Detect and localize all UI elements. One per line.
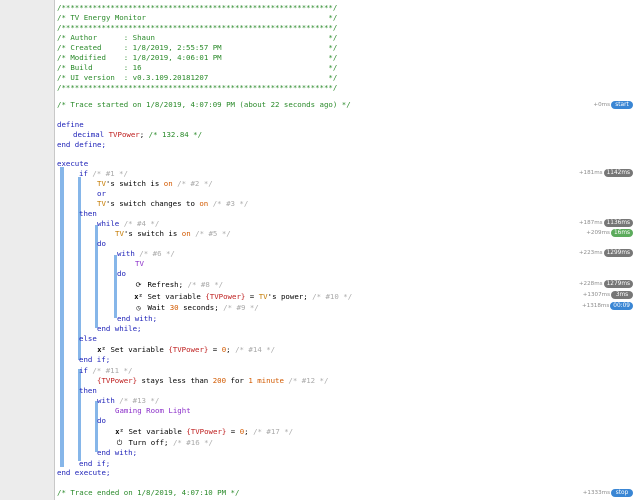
header-line: /***************************************… <box>57 3 338 12</box>
variable-icon: x² <box>134 293 143 301</box>
set-variable-task: x² Set variable {TVPower} = 0; /* #17 */ <box>115 427 294 436</box>
then-keyword: then <box>79 386 97 395</box>
with-statement: with /* #6 */ <box>117 249 175 258</box>
header-line: /* Modified : 1/8/2019, 4:06:01 PM */ <box>57 53 338 62</box>
refresh-task: ⟳ Refresh; /* #8 */ <box>135 280 224 289</box>
while-statement: while /* #4 */ <box>97 219 160 228</box>
if-bar <box>78 177 81 360</box>
with2-bar <box>95 401 98 452</box>
header-line: /* Author : Shaun */ <box>57 33 338 42</box>
header-line: /* Created : 1/8/2019, 2:55:57 PM */ <box>57 43 338 52</box>
variable-declaration: decimal TVPower; /* 132.84 */ <box>73 130 203 139</box>
clock-icon: ◷ <box>136 304 141 312</box>
device-gaming-room-light: Gaming Room Light <box>115 406 191 415</box>
condition-tv-switch-changes: TV's switch changes to on /* #3 */ <box>97 199 249 208</box>
if-statement: if /* #1 */ <box>79 169 128 178</box>
end-if-keyword: end if; <box>79 355 111 364</box>
else-keyword: else <box>79 334 97 343</box>
header-line: /* Build : 16 */ <box>57 63 338 72</box>
do-keyword: do <box>97 239 106 248</box>
end-execute-keyword: end execute; <box>57 468 111 477</box>
timing-badge: +228ms 1279ms <box>579 279 633 288</box>
if-statement: if /* #11 */ <box>79 366 133 375</box>
with-statement: with /* #13 */ <box>97 396 160 405</box>
timing-badge: +209ms 16ms <box>586 228 633 237</box>
trace-start-comment: /* Trace started on 1/8/2019, 4:07:09 PM… <box>57 100 351 109</box>
variable-icon: x² <box>97 346 106 354</box>
timing-badge: +187ms 1136ms <box>579 218 633 227</box>
execute-bar <box>60 167 64 467</box>
variable-icon: x² <box>115 428 124 436</box>
end-define-keyword: end define; <box>57 140 106 149</box>
timing-badge: +223ms 1299ms <box>579 248 633 257</box>
power-icon: ⏻ <box>116 439 123 447</box>
end-with-keyword: end with; <box>117 314 158 323</box>
define-keyword: define <box>57 120 84 129</box>
trace-end-comment: /* Trace ended on 1/8/2019, 4:07:10 PM *… <box>57 488 240 497</box>
header-line: /* TV Energy Monitor */ <box>57 13 338 22</box>
device-tv: TV <box>135 259 144 268</box>
header-line: /***************************************… <box>57 23 338 32</box>
do-keyword: do <box>97 416 106 425</box>
while-condition: TV's switch is on /* #5 */ <box>115 229 231 238</box>
then-keyword: then <box>79 209 97 218</box>
timing-gutter <box>0 0 54 500</box>
piston-trace-view: /***************************************… <box>0 0 633 500</box>
timing-badge: +181ms 1142ms <box>579 168 633 177</box>
stays-condition: {TVPower} stays less than 200 for 1 minu… <box>97 376 329 385</box>
gutter-divider <box>54 0 55 500</box>
end-with-keyword: end with; <box>97 448 138 457</box>
timing-badge: +1333ms stop <box>583 488 633 497</box>
end-while-keyword: end while; <box>97 324 142 333</box>
set-variable-task: x² Set variable {TVPower} = TV's power; … <box>134 292 353 301</box>
timing-badge: +1307ms 3ms <box>583 290 633 299</box>
header-line: /***************************************… <box>57 83 338 92</box>
condition-tv-switch-on: TV's switch is on /* #2 */ <box>97 179 213 188</box>
timing-badge: +0ms start <box>593 100 633 109</box>
or-keyword: or <box>97 189 106 198</box>
turn-off-task: ⏻ Turn off; /* #16 */ <box>116 438 213 447</box>
set-variable-task: x² Set variable {TVPower} = 0; /* #14 */ <box>97 345 276 354</box>
execute-keyword: execute <box>57 159 89 168</box>
timing-badge: +1318ms 00:09 <box>582 301 633 310</box>
header-line: /* UI version : v0.3.109.20181207 */ <box>57 73 338 82</box>
do-keyword: do <box>117 269 126 278</box>
refresh-icon: ⟳ <box>135 281 142 289</box>
with-bar <box>114 255 117 318</box>
if2-bar <box>78 369 81 461</box>
wait-task: ◷ Wait 30 seconds; /* #9 */ <box>134 303 258 313</box>
